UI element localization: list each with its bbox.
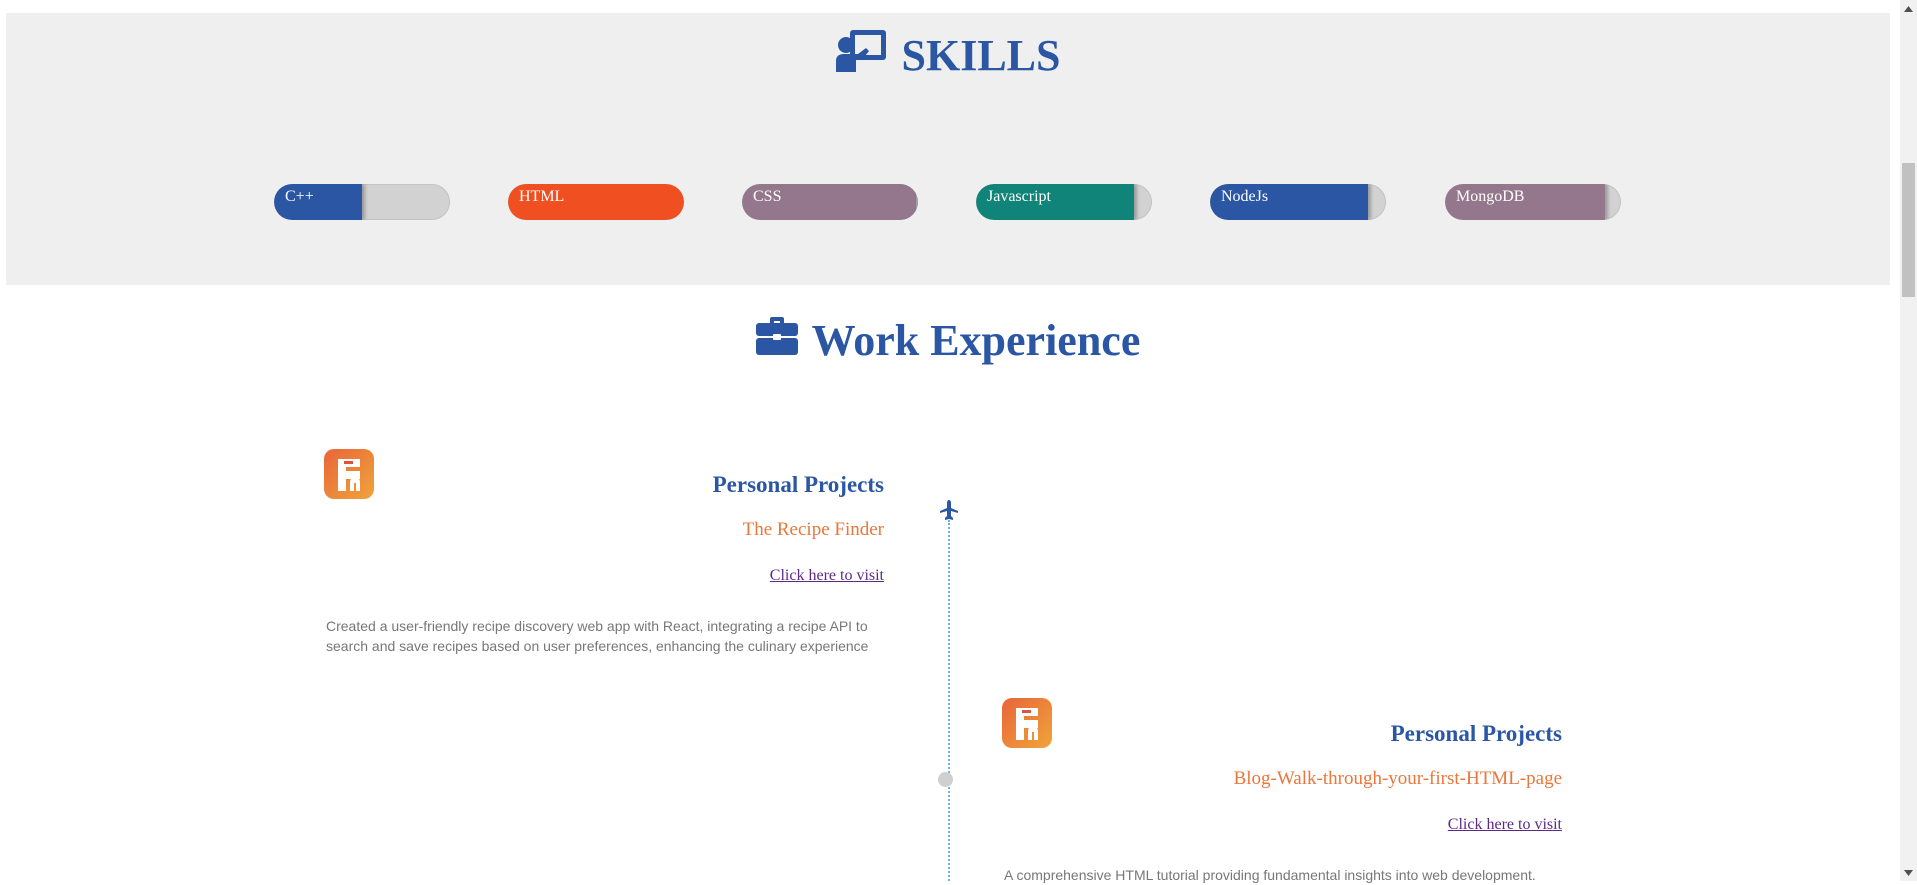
skill-bar-html: HTML xyxy=(508,184,684,220)
skill-bar-css: CSS xyxy=(742,184,918,220)
skill-label: NodeJs xyxy=(1221,188,1269,205)
skill-bar-javascript: Javascript xyxy=(976,184,1152,220)
skill-label: HTML xyxy=(519,188,565,205)
work-experience-heading: Work Experience xyxy=(6,312,1890,368)
card-role: Personal Projects xyxy=(712,472,884,497)
skill-bar-cpp: C++ xyxy=(274,184,450,220)
skills-heading: SKILLS xyxy=(6,27,1890,83)
project-logo-icon xyxy=(1002,698,1052,748)
card-project-name: Blog-Walk-through-your-first-HTML-page xyxy=(1233,768,1562,789)
visit-link[interactable]: Click here to visit xyxy=(770,567,884,585)
project-logo-icon xyxy=(324,449,374,499)
skill-label: Javascript xyxy=(987,188,1051,205)
skill-label: MongoDB xyxy=(1456,188,1525,205)
card-project-name: The Recipe Finder xyxy=(742,519,884,540)
skills-section: SKILLS C++ HTML CSS Javascript NodeJs Mo… xyxy=(6,13,1890,285)
card-description: A comprehensive HTML tutorial providing … xyxy=(1004,867,1536,883)
vertical-scrollbar[interactable] xyxy=(1900,0,1917,881)
chalkboard-teacher-icon xyxy=(835,28,888,83)
scroll-up-arrow-icon[interactable] xyxy=(1900,0,1917,17)
plane-icon xyxy=(940,500,958,527)
timeline-line xyxy=(948,520,950,881)
scroll-down-arrow-icon[interactable] xyxy=(1900,864,1917,881)
card-description: Created a user-friendly recipe discovery… xyxy=(326,618,869,654)
scrollbar-thumb[interactable] xyxy=(1902,163,1915,297)
experience-card: Personal Projects Blog-Walk-through-your… xyxy=(1002,698,1562,883)
skills-title: SKILLS xyxy=(901,30,1061,80)
skill-label: CSS xyxy=(753,188,782,205)
timeline-dot xyxy=(938,772,953,787)
skill-bar-nodejs: NodeJs xyxy=(1210,184,1386,220)
experience-card: Personal Projects The Recipe Finder Clic… xyxy=(324,449,884,669)
visit-link[interactable]: Click here to visit xyxy=(1448,816,1562,834)
skill-bar-mongodb: MongoDB xyxy=(1445,184,1621,220)
skill-label: C++ xyxy=(285,188,314,205)
card-role: Personal Projects xyxy=(1390,721,1562,746)
work-experience-title: Work Experience xyxy=(811,315,1141,365)
briefcase-icon xyxy=(755,315,798,366)
